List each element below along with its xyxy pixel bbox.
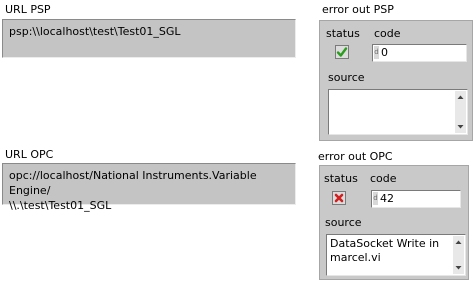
error-psp-label: error out PSP (322, 3, 394, 16)
error-psp-source-field (328, 89, 468, 135)
error-opc-code-value: 42 (380, 192, 394, 205)
error-psp-source-scrollbar[interactable] (455, 91, 466, 133)
error-opc-source-text: DataSocket Write in marcel.vi (330, 237, 440, 264)
error-opc-code-label: code (370, 172, 397, 185)
url-opc-indicator: opc://localhost/National Instruments.Var… (2, 163, 296, 212)
radix-indicator: d (373, 192, 378, 205)
error-psp-status-label: status (326, 27, 360, 40)
radix-indicator: d (374, 46, 379, 59)
error-opc-code-field: d 42 (371, 190, 461, 208)
error-psp-status-led (335, 45, 349, 59)
x-icon (334, 193, 344, 203)
error-psp-code-label: code (374, 27, 401, 40)
error-opc-cluster: status code d 42 source DataSocket Write… (319, 165, 469, 280)
url-psp-indicator: psp:\\localhost\test\Test01_SGL (2, 19, 296, 58)
error-opc-label: error out OPC (318, 150, 393, 163)
url-psp-label: URL PSP (5, 3, 51, 16)
check-icon (336, 47, 348, 57)
scroll-down-icon[interactable] (456, 122, 465, 131)
url-opc-label: URL OPC (5, 148, 54, 161)
scroll-down-icon[interactable] (454, 263, 463, 272)
error-opc-source-field: DataSocket Write in marcel.vi (326, 234, 466, 276)
error-opc-source-label: source (325, 216, 362, 229)
scroll-up-icon[interactable] (456, 93, 465, 102)
error-psp-code-value: 0 (381, 46, 388, 59)
error-psp-code-field: d 0 (372, 44, 467, 62)
error-opc-source-scrollbar[interactable] (453, 236, 464, 274)
error-opc-status-label: status (324, 172, 358, 185)
error-opc-status-led (332, 191, 346, 205)
scroll-up-icon[interactable] (454, 238, 463, 247)
error-psp-cluster: status code d 0 source (319, 20, 473, 141)
error-psp-source-label: source (328, 71, 365, 84)
